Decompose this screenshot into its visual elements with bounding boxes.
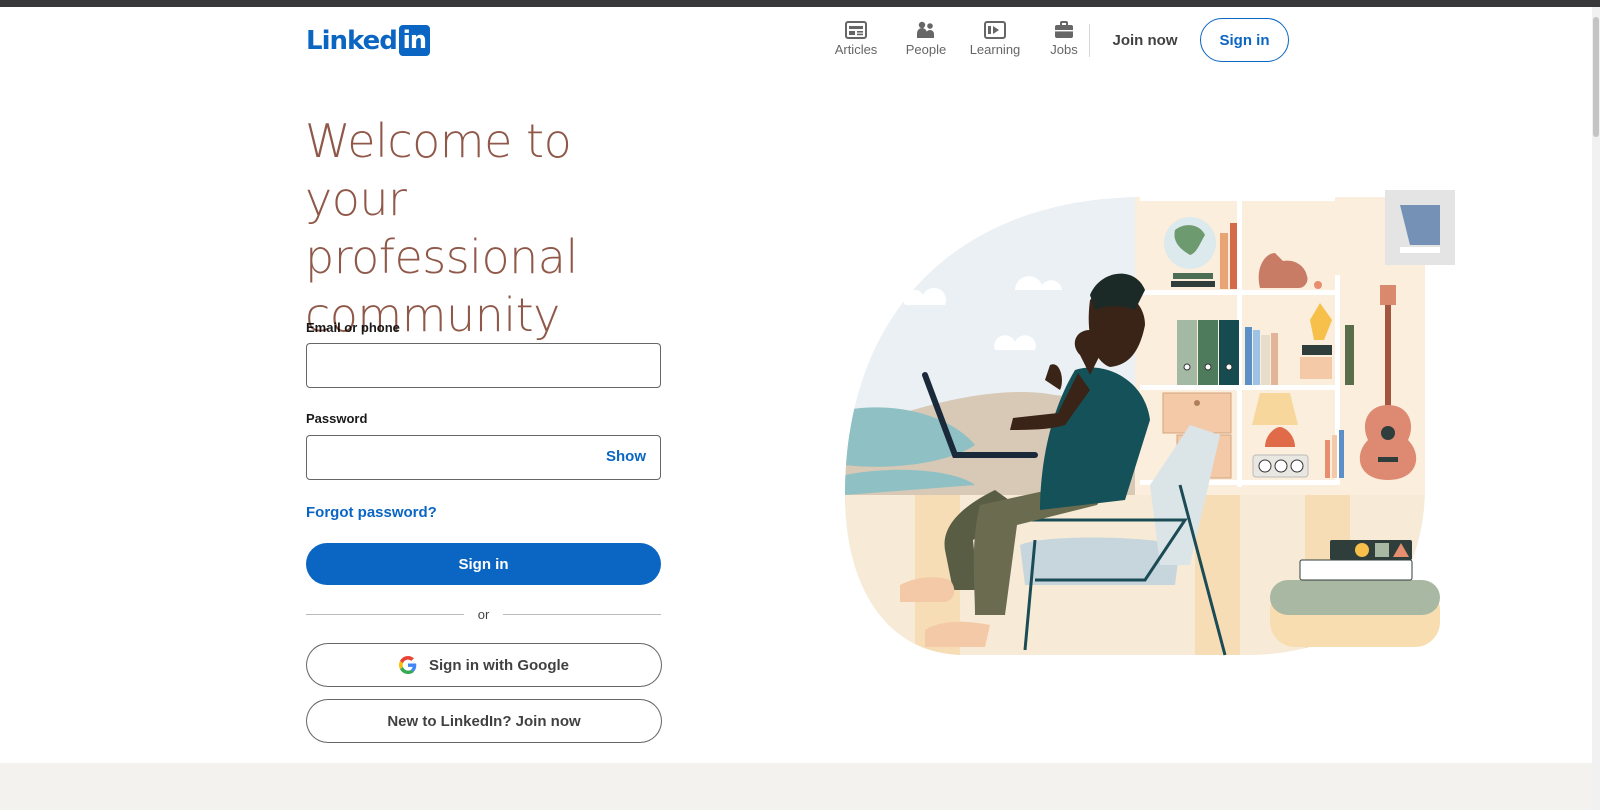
binders (1177, 320, 1239, 385)
articles-icon (844, 19, 868, 41)
password-field[interactable]: Show (306, 435, 661, 480)
forgot-password-link[interactable]: Forgot password? (306, 504, 437, 521)
nav-item-people[interactable]: People (892, 19, 960, 63)
nav-label-people: People (905, 42, 947, 57)
book-icon (1271, 333, 1278, 385)
nav-divider (1089, 24, 1090, 57)
logo-text: Linked (306, 25, 398, 56)
nav-item-jobs[interactable]: Jobs (1030, 19, 1098, 63)
book-icon (1345, 325, 1354, 385)
browser-top-bar (0, 0, 1600, 7)
jobs-icon (1052, 19, 1076, 41)
sign-in-with-google-button[interactable]: Sign in with Google (306, 643, 662, 687)
sign-in-button[interactable]: Sign in (306, 543, 661, 585)
nav-label-learning: Learning (969, 42, 1021, 57)
divider-line (503, 613, 661, 615)
ball-icon (1314, 281, 1322, 289)
linkedin-logo[interactable]: Linked in (306, 25, 430, 56)
scrollbar-thumb[interactable] (1593, 17, 1599, 137)
google-button-label: Sign in with Google (429, 656, 569, 674)
top-nav: Articles People Learning Jobs (820, 19, 1098, 63)
sign-in-top-button[interactable]: Sign in (1200, 18, 1289, 62)
google-icon (399, 656, 417, 674)
join-now-link[interactable]: Join now (1105, 18, 1185, 62)
logo-in-box: in (398, 25, 430, 56)
page-title: Welcome to your professional community (305, 114, 578, 342)
book-icon (1253, 330, 1260, 385)
or-text: or (477, 606, 490, 622)
hero-illustration (845, 190, 1455, 656)
email-input[interactable] (307, 344, 660, 387)
footer-band (0, 763, 1592, 810)
nav-label-jobs: Jobs (1050, 42, 1078, 57)
divider-line (306, 613, 464, 615)
join-now-button[interactable]: New to LinkedIn? Join now (306, 699, 662, 743)
book-icon (1230, 223, 1237, 289)
people-icon (914, 19, 938, 41)
or-divider: or (306, 606, 661, 622)
book-icon (1261, 335, 1270, 385)
email-field[interactable] (306, 343, 661, 388)
scrollbar[interactable] (1592, 7, 1600, 810)
email-label: Email or phone (306, 320, 400, 335)
show-password-button[interactable]: Show (606, 448, 646, 465)
learning-icon (983, 19, 1007, 41)
nav-label-articles: Articles (834, 42, 878, 57)
book-icon (1245, 327, 1252, 385)
book-icon (1220, 233, 1228, 289)
table-lamp-icon (1252, 393, 1298, 425)
password-label: Password (306, 411, 368, 426)
nav-item-learning[interactable]: Learning (960, 19, 1030, 63)
nav-item-articles[interactable]: Articles (820, 19, 892, 63)
